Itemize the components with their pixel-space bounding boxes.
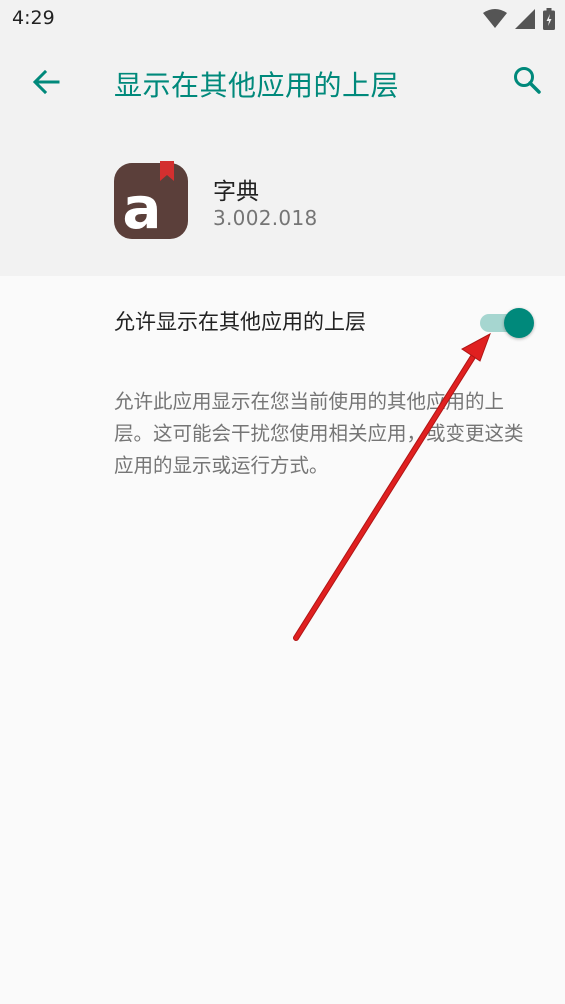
search-icon bbox=[512, 65, 542, 99]
status-bar: 4:29 bbox=[0, 0, 565, 38]
app-bar: 显示在其他应用的上层 bbox=[0, 38, 565, 130]
arrow-back-icon bbox=[31, 67, 61, 101]
status-icons bbox=[483, 8, 555, 34]
permission-description: 允许此应用显示在您当前使用的其他应用的上层。这可能会干扰您使用相关应用，或变更这… bbox=[114, 390, 524, 477]
switch-thumb bbox=[504, 308, 534, 338]
cellular-signal-icon bbox=[515, 9, 535, 33]
app-version: 3.002.018 bbox=[213, 206, 318, 230]
allow-overlay-switch[interactable] bbox=[480, 308, 534, 338]
allow-overlay-setting-row[interactable]: 允许显示在其他应用的上层 bbox=[0, 276, 565, 364]
status-time: 4:29 bbox=[12, 7, 55, 29]
page-title: 显示在其他应用的上层 bbox=[114, 69, 400, 102]
app-icon-letter: a bbox=[122, 174, 161, 239]
app-name: 字典 bbox=[213, 179, 259, 205]
wifi-icon bbox=[483, 9, 507, 33]
back-button[interactable] bbox=[24, 62, 68, 106]
allow-overlay-label: 允许显示在其他应用的上层 bbox=[114, 310, 366, 334]
search-button[interactable] bbox=[505, 60, 549, 104]
app-icon: a bbox=[114, 161, 188, 242]
battery-icon bbox=[543, 8, 555, 34]
app-info-header: a 字典 3.002.018 bbox=[0, 130, 565, 276]
